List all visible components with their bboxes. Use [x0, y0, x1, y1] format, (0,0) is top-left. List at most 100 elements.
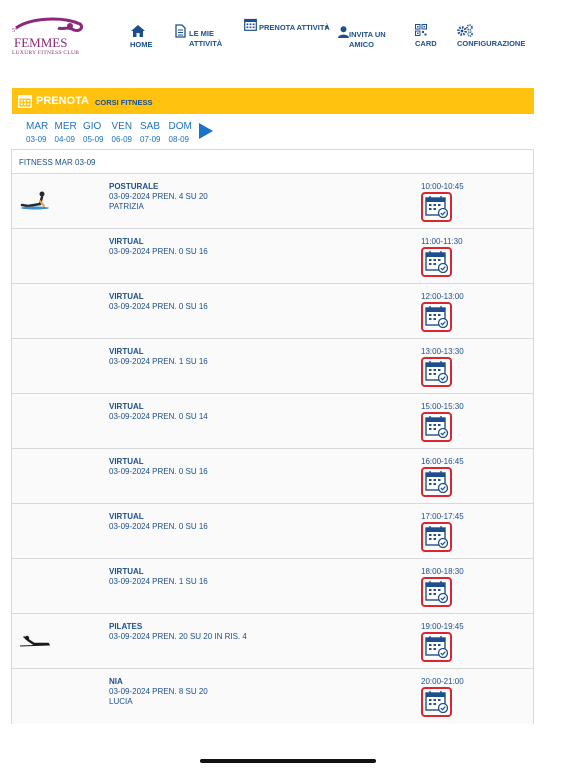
nav-prenota-attivita-label: PRENOTA ATTIVITÀ: [259, 23, 330, 32]
nav-invita-un-amico-label: INVITA UN AMICO: [349, 30, 386, 49]
nav-card[interactable]: CARD: [415, 24, 445, 49]
class-booking-info: 03-09-2024 PREN. 1 SU 16: [109, 577, 208, 586]
calendar-check-icon: [423, 634, 450, 665]
booking-subtitle: CORSI FITNESS: [94, 97, 153, 107]
class-time: 12:00-13:00: [421, 292, 464, 301]
document-icon: [175, 24, 186, 38]
class-booking-info: 03-09-2024 PREN. 0 SU 16: [109, 522, 208, 531]
class-row: POSTURALE 03-09-2024 PREN. 4 SU 20 PATRIZI…: [12, 174, 533, 229]
calendar-check-icon: [423, 414, 450, 445]
class-row: VIRTUAL 03-09-2024 PREN. 0 SU 14 15:00-15:…: [12, 394, 533, 449]
class-booking-info: 03-09-2024 PREN. 0 SU 16: [109, 467, 208, 476]
class-time: 10:00-10:45: [421, 182, 464, 191]
class-name: VIRTUAL: [109, 512, 144, 521]
class-image-empty: [18, 243, 52, 269]
nav-configurazione[interactable]: CONFIGURAZIONE: [457, 24, 527, 49]
class-booking-info: 03-09-2024 PREN. 0 SU 16: [109, 247, 208, 256]
book-class-button[interactable]: [421, 577, 452, 607]
booking-bar: PRENOTA CORSI FITNESS: [12, 88, 534, 114]
class-name: POSTURALE: [109, 182, 159, 191]
class-row: VIRTUAL 03-09-2024 PREN. 0 SU 16 11:00-11:…: [12, 229, 533, 284]
class-time: 18:00-18:30: [421, 567, 464, 576]
calendar-check-icon: [423, 304, 450, 335]
day-tab-dom[interactable]: DOM 08-09: [169, 121, 198, 144]
user-icon: [338, 26, 349, 38]
home-indicator: [200, 759, 376, 763]
nav-home[interactable]: HOME: [130, 25, 170, 50]
class-image-empty: [18, 408, 52, 434]
book-class-button[interactable]: [421, 522, 452, 552]
day-tab-ven[interactable]: VEN 06-09: [112, 121, 141, 144]
gears-icon: [457, 24, 473, 37]
class-row: NIA 03-09-2024 PREN. 8 SU 20 LUCIA 20:00-21…: [12, 669, 533, 724]
calendar-check-icon: [423, 524, 450, 555]
class-row: VIRTUAL 03-09-2024 PREN. 0 SU 16 16:00-16:…: [12, 449, 533, 504]
book-class-button[interactable]: [421, 632, 452, 662]
day-tab-sab[interactable]: SAB 07-09: [140, 121, 169, 144]
nav-le-mie-attivita[interactable]: LE MIE ATTIVITÀ: [175, 24, 225, 48]
nav-le-mie-attivita-label: LE MIE ATTIVITÀ: [189, 29, 223, 48]
calendar-check-icon: [423, 249, 450, 280]
class-time: 16:00-16:45: [421, 457, 464, 466]
book-class-button[interactable]: [421, 357, 452, 387]
class-image-empty: [18, 573, 52, 599]
calendar-icon: [18, 95, 32, 108]
logo-graphic: 5° FEMMES: [12, 17, 84, 50]
calendar-check-icon: [423, 469, 450, 500]
class-row: PILATES 03-09-2024 PREN. 20 SU 20 IN RIS.…: [12, 614, 533, 669]
class-list: FITNESS MAR 03-09 POSTURALE 03-09-2024 PR…: [11, 149, 534, 724]
home-icon: [131, 25, 145, 37]
book-class-button[interactable]: [421, 467, 452, 497]
book-class-button[interactable]: [421, 412, 452, 442]
class-name: VIRTUAL: [109, 237, 144, 246]
book-class-button[interactable]: [421, 687, 452, 717]
class-row: VIRTUAL 03-09-2024 PREN. 0 SU 16 17:00-17:…: [12, 504, 533, 559]
class-booking-info: 03-09-2024 PREN. 8 SU 20: [109, 687, 208, 696]
class-name: VIRTUAL: [109, 347, 144, 356]
logo-tagline: LUXURY FITNESS CLUB: [12, 50, 80, 56]
nav-card-label: CARD: [415, 39, 437, 48]
calendar-check-icon: [423, 359, 450, 390]
class-row: VIRTUAL 03-09-2024 PREN. 1 SU 16 13:00-13:…: [12, 339, 533, 394]
class-time: 13:00-13:30: [421, 347, 464, 356]
class-time: 20:00-21:00: [421, 677, 464, 686]
class-time: 19:00-19:45: [421, 622, 464, 631]
pilates-image: [18, 628, 52, 654]
class-name: NIA: [109, 677, 123, 686]
next-week-arrow-icon[interactable]: [199, 123, 213, 139]
day-tab-mer[interactable]: MER 04-09: [55, 121, 84, 144]
class-row: VIRTUAL 03-09-2024 PREN. 0 SU 16 12:00-13:…: [12, 284, 533, 339]
qr-code-icon: [415, 24, 427, 36]
day-tab-mar[interactable]: MAR 03-09: [26, 121, 55, 144]
class-instructor: LUCIA: [109, 697, 133, 706]
class-name: VIRTUAL: [109, 567, 144, 576]
class-time: 15:00-15:30: [421, 402, 464, 411]
calendar-check-icon: [423, 579, 450, 610]
calendar-check-icon: [423, 689, 450, 720]
class-image-empty: [18, 353, 52, 379]
brand-logo[interactable]: 5° FEMMES LUXURY FITNESS CLUB: [10, 14, 86, 58]
class-name: VIRTUAL: [109, 402, 144, 411]
class-image-empty: [18, 683, 52, 709]
class-booking-info: 03-09-2024 PREN. 0 SU 14: [109, 412, 208, 421]
book-class-button[interactable]: [421, 247, 452, 277]
calendar-check-icon: [423, 194, 450, 225]
class-name: VIRTUAL: [109, 292, 144, 301]
day-selector: MAR 03-09 MER 04-09 GIO 05-09 VEN 06-09 SAB 0…: [26, 121, 197, 144]
book-class-button[interactable]: [421, 302, 452, 332]
nav-home-label: HOME: [130, 40, 153, 49]
day-tab-gio[interactable]: GIO 05-09: [83, 121, 112, 144]
list-header: FITNESS MAR 03-09: [12, 150, 533, 174]
class-name: VIRTUAL: [109, 457, 144, 466]
calendar-icon: [244, 18, 257, 31]
class-time: 17:00-17:45: [421, 512, 464, 521]
class-row: VIRTUAL 03-09-2024 PREN. 1 SU 16 18:00-18:…: [12, 559, 533, 614]
svg-text:5°: 5°: [12, 27, 18, 34]
book-class-button[interactable]: [421, 192, 452, 222]
class-image-empty: [18, 518, 52, 544]
class-instructor: PATRIZIA: [109, 202, 144, 211]
class-image-empty: [18, 298, 52, 324]
booking-title: PRENOTA: [36, 95, 89, 107]
class-booking-info: 03-09-2024 PREN. 4 SU 20: [109, 192, 208, 201]
class-booking-info: 03-09-2024 PREN. 0 SU 16: [109, 302, 208, 311]
